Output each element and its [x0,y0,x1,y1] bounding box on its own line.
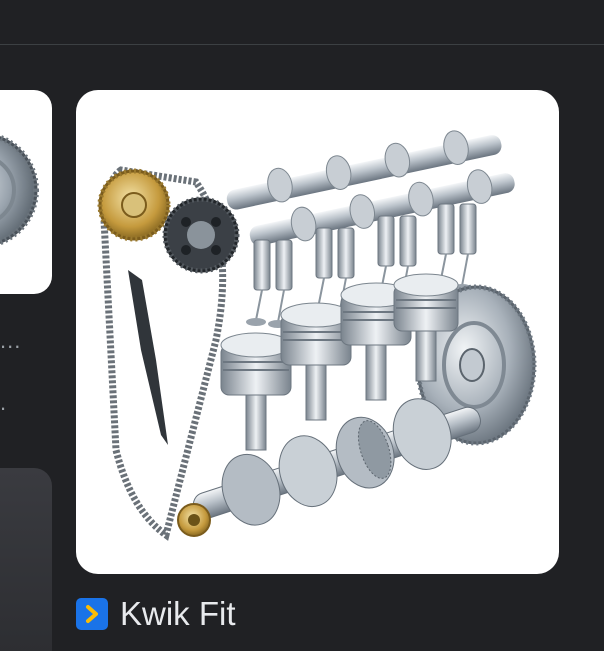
flywheel-thumbnail-image [0,134,39,246]
image-results-page: ... . Kwik Fit [0,0,604,651]
left-card-caption-dot: . [0,390,7,415]
source-favicon [76,598,108,630]
result-source[interactable]: Kwik Fit [76,594,236,634]
result-card-left[interactable] [0,90,52,294]
source-name: Kwik Fit [120,595,236,632]
engine-cutaway-image [97,130,537,541]
left-card-caption-ellipsis: ... [0,328,22,353]
result-card-main[interactable] [76,90,559,574]
top-divider [0,44,604,45]
result-card-left-bottom[interactable] [0,468,52,651]
chevron-right-icon [86,605,98,623]
